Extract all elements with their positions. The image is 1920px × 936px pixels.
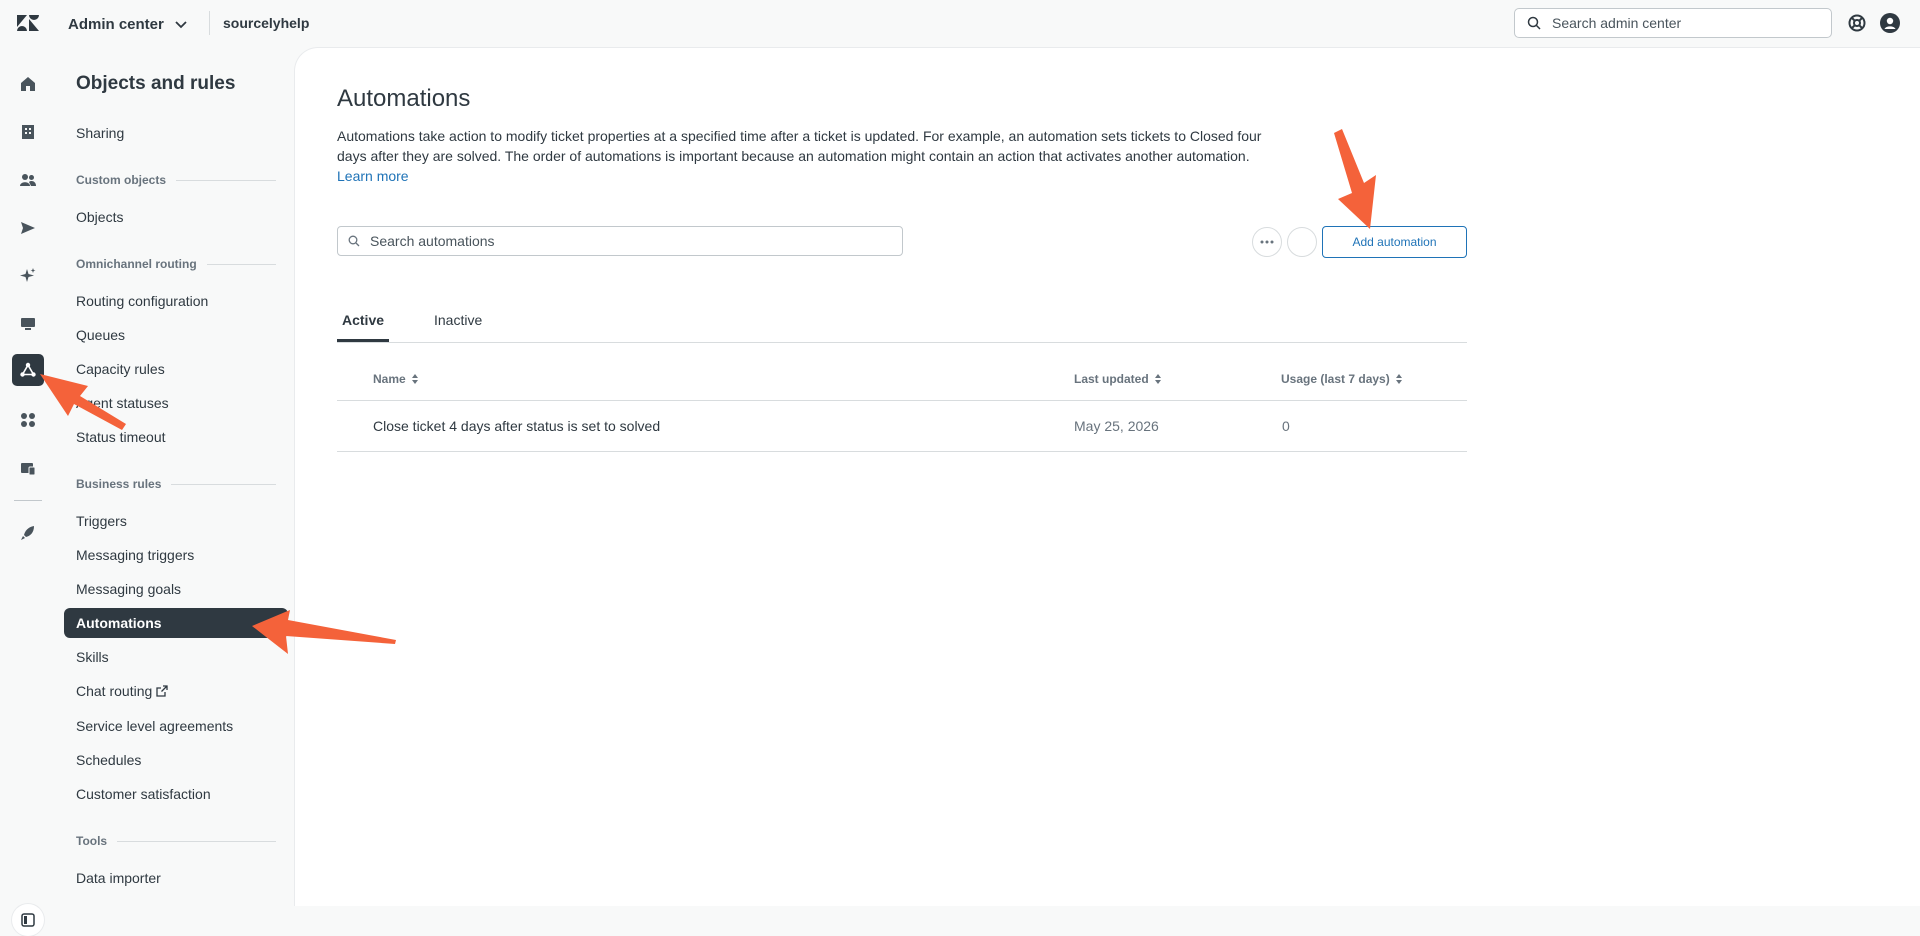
- nav-item-data-importer[interactable]: Data importer: [64, 863, 288, 893]
- section-divider: [117, 840, 276, 842]
- automation-name[interactable]: Close ticket 4 days after status is set …: [373, 418, 660, 434]
- nav-section-tools: Tools: [76, 834, 276, 848]
- rocket-icon[interactable]: [16, 521, 40, 545]
- help-icon[interactable]: [1847, 13, 1867, 33]
- automations-table: Name Last updated Usage (last 7 days) Cl…: [337, 358, 1467, 452]
- automation-last-updated: May 25, 2026: [1074, 418, 1159, 434]
- automation-usage: 0: [1282, 418, 1290, 434]
- nav-item-service-level-agreements[interactable]: Service level agreements: [64, 711, 288, 741]
- building-icon[interactable]: [16, 120, 40, 144]
- sort-icon: [411, 374, 418, 384]
- section-label: Business rules: [76, 477, 162, 491]
- workspace-icon[interactable]: [16, 456, 40, 480]
- description-text: Automations take action to modify ticket…: [337, 128, 1262, 164]
- admin-search[interactable]: [1514, 8, 1832, 38]
- send-icon[interactable]: [16, 216, 40, 240]
- apps-icon[interactable]: [16, 408, 40, 432]
- secondary-action-button[interactable]: [1287, 227, 1317, 257]
- nav-section-custom-objects: Custom objects: [76, 173, 276, 187]
- nav-item-skills[interactable]: Skills: [64, 642, 288, 672]
- product-switcher[interactable]: Admin center: [68, 15, 190, 33]
- sort-icon: [1154, 374, 1161, 384]
- page-description: Automations take action to modify ticket…: [337, 126, 1287, 186]
- sidebar-toggle-icon: [21, 913, 35, 927]
- overflow-dots-icon: [1260, 240, 1274, 244]
- nav-item-capacity-rules[interactable]: Capacity rules: [64, 354, 288, 384]
- column-header-last-updated[interactable]: Last updated: [1074, 372, 1162, 386]
- tab-inactive[interactable]: Inactive: [429, 312, 487, 342]
- search-icon: [1527, 16, 1541, 30]
- search-icon: [348, 235, 360, 247]
- tab-active[interactable]: Active: [337, 312, 390, 342]
- column-label: Name: [373, 372, 406, 386]
- topbar-divider: [209, 11, 210, 35]
- nav-item-chat-routing[interactable]: Chat routing: [64, 676, 288, 706]
- objects-rules-icon[interactable]: [12, 354, 44, 386]
- sparkle-icon[interactable]: [16, 264, 40, 288]
- chevron-down-icon: [175, 21, 187, 29]
- column-header-name[interactable]: Name: [373, 372, 419, 386]
- nav-item-objects[interactable]: Objects: [64, 202, 288, 232]
- nav-item-customer-satisfaction[interactable]: Customer satisfaction: [64, 779, 288, 809]
- home-icon[interactable]: [16, 72, 40, 96]
- nav-item-sharing[interactable]: Sharing: [64, 118, 288, 148]
- section-divider: [171, 483, 276, 485]
- nav-title: Objects and rules: [76, 73, 236, 94]
- page-title: Automations: [337, 85, 471, 112]
- nav-item-routing-configuration[interactable]: Routing configuration: [64, 286, 288, 316]
- more-options-button[interactable]: [1252, 227, 1282, 257]
- product-name: Admin center: [68, 15, 164, 33]
- nav-section-omnichannel: Omnichannel routing: [76, 257, 276, 271]
- nav-item-messaging-goals[interactable]: Messaging goals: [64, 574, 288, 604]
- subdomain-label: sourcelyhelp: [223, 15, 310, 31]
- nav-item-label: Chat routing: [76, 683, 153, 699]
- status-tabs: Active Inactive: [337, 312, 1467, 343]
- nav-item-agent-statuses[interactable]: Agent statuses: [64, 388, 288, 418]
- nav-item-status-timeout[interactable]: Status timeout: [64, 422, 288, 452]
- table-header: Name Last updated Usage (last 7 days): [337, 358, 1467, 401]
- column-label: Usage (last 7 days): [1281, 372, 1390, 386]
- zendesk-logo-icon[interactable]: [16, 13, 40, 33]
- admin-search-input[interactable]: [1550, 14, 1814, 32]
- rail-divider: [14, 500, 42, 501]
- column-header-usage[interactable]: Usage (last 7 days): [1281, 372, 1403, 386]
- user-avatar-icon[interactable]: [1880, 13, 1900, 33]
- automations-search[interactable]: [337, 226, 903, 256]
- monitor-icon[interactable]: [16, 312, 40, 336]
- section-label: Tools: [76, 834, 108, 848]
- collapse-sidebar-button[interactable]: [12, 904, 44, 936]
- nav-section-business-rules: Business rules: [76, 477, 276, 491]
- add-automation-button[interactable]: Add automation: [1322, 226, 1467, 258]
- secondary-nav: Objects and rules Sharing Custom objects…: [56, 47, 294, 906]
- nav-item-automations[interactable]: Automations: [64, 608, 288, 638]
- nav-item-triggers[interactable]: Triggers: [64, 506, 288, 536]
- section-divider: [176, 179, 276, 181]
- table-row[interactable]: Close ticket 4 days after status is set …: [337, 401, 1467, 452]
- external-link-icon: [156, 685, 168, 697]
- nav-item-messaging-triggers[interactable]: Messaging triggers: [64, 540, 288, 570]
- top-bar: Admin center sourcelyhelp: [0, 0, 1920, 47]
- section-divider: [206, 263, 276, 265]
- sort-icon: [1395, 374, 1402, 384]
- learn-more-link[interactable]: Learn more: [337, 168, 409, 184]
- automations-search-input[interactable]: [368, 232, 872, 250]
- nav-item-queues[interactable]: Queues: [64, 320, 288, 350]
- icon-rail: [0, 47, 56, 936]
- nav-item-schedules[interactable]: Schedules: [64, 745, 288, 775]
- section-label: Omnichannel routing: [76, 257, 197, 271]
- main-panel: Automations Automations take action to m…: [294, 47, 1920, 906]
- column-label: Last updated: [1074, 372, 1149, 386]
- section-label: Custom objects: [76, 173, 167, 187]
- people-icon[interactable]: [16, 168, 40, 192]
